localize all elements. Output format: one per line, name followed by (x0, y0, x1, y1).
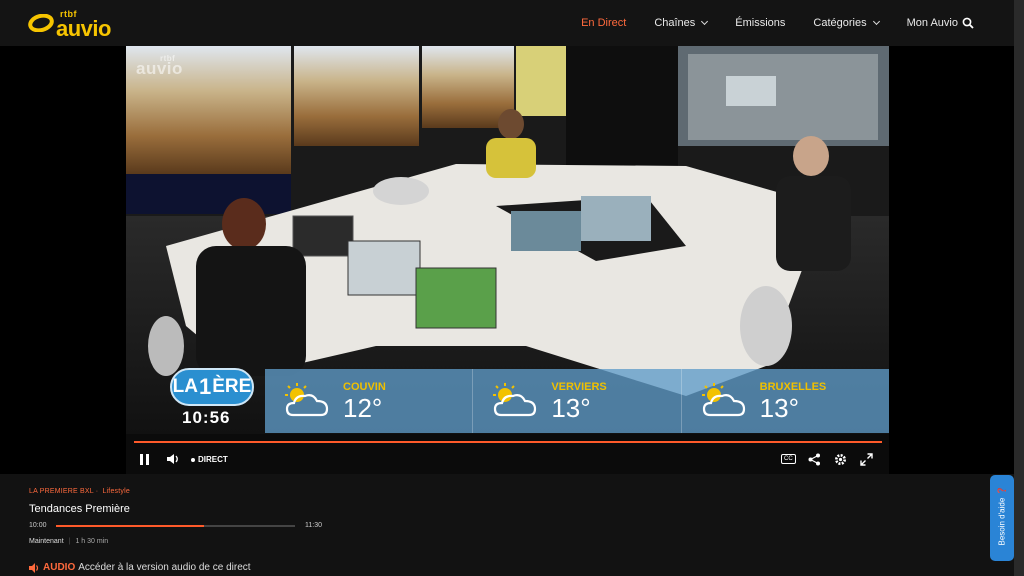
program-info-panel: LA PREMIERE BXL · Lifestyle Tendances Pr… (0, 474, 1014, 576)
nav-categories[interactable]: Catégories (799, 17, 892, 29)
video-player[interactable]: rtbf auvio LA 1 ÈRE 10:56 COUVIN 12° VER… (126, 46, 889, 474)
partly-cloudy-icon (493, 383, 537, 417)
program-progress-fill (56, 525, 205, 527)
search-icon[interactable] (962, 17, 974, 29)
chevron-down-icon (872, 17, 880, 26)
logo-mark-icon (28, 14, 54, 32)
logo-auvio-text: auvio (56, 16, 111, 41)
nav-emissions[interactable]: Émissions (721, 17, 799, 29)
category-name[interactable]: Lifestyle (102, 488, 129, 495)
program-end-time: 11:30 (305, 522, 322, 529)
pause-icon[interactable] (140, 453, 152, 465)
share-icon[interactable] (808, 453, 821, 466)
help-button[interactable]: Besoin d'aide ❓ (990, 475, 1014, 561)
help-label: Besoin d'aide ❓ (997, 485, 1007, 546)
program-eyebrow: LA PREMIERE BXL · Lifestyle (29, 488, 130, 495)
live-video-frame[interactable]: rtbf auvio LA 1 ÈRE 10:56 COUVIN 12° VER… (126, 46, 889, 434)
audio-link-text: Accéder à la version audio de ce direct (78, 562, 251, 573)
nav-label: Catégories (813, 17, 867, 29)
now-row: Maintenant | 1 h 30 min (29, 538, 108, 545)
weather-temp: 12° (343, 393, 383, 423)
live-label: DIRECT (198, 455, 228, 464)
nav-label: Émissions (735, 17, 786, 29)
main-nav: En Direct Chaînes Émissions Catégories M… (567, 0, 972, 46)
station-logo-part: ÈRE (212, 376, 252, 397)
station-logo-part: 1 (199, 374, 212, 399)
fullscreen-icon[interactable] (860, 453, 873, 466)
audio-version-link[interactable]: AUDIO Accéder à la version audio de ce d… (29, 562, 251, 573)
weather-temp: 13° (759, 393, 799, 423)
nav-mon-auvio[interactable]: Mon Auvio (893, 17, 972, 29)
nav-label: Chaînes (654, 17, 696, 29)
audio-label: AUDIO (43, 562, 76, 573)
player-controls: DIRECT CC (126, 448, 889, 474)
nav-chaines[interactable]: Chaînes (640, 17, 721, 29)
partly-cloudy-icon (285, 383, 329, 417)
nav-label: En Direct (581, 17, 627, 29)
live-dot-icon (191, 457, 195, 462)
captions-icon[interactable]: CC (781, 454, 796, 464)
eyebrow-separator: · (95, 488, 99, 495)
live-indicator: DIRECT (191, 455, 228, 464)
nav-en-direct[interactable]: En Direct (567, 17, 640, 29)
weather-cell: COUVIN 12° (265, 369, 472, 433)
auvio-logo[interactable]: rtbf auvio (28, 9, 118, 41)
weather-temp: 13° (551, 393, 591, 423)
program-start-time: 10:00 (29, 522, 47, 529)
settings-icon[interactable] (834, 453, 847, 466)
page-scrollbar[interactable] (1014, 0, 1024, 576)
speaker-icon (29, 562, 39, 573)
weather-cell: VERVIERS 13° (472, 369, 680, 433)
now-separator: | (68, 538, 71, 545)
video-watermark: rtbf auvio (136, 54, 183, 79)
program-title: Tendances Première (29, 503, 130, 515)
weather-city: COUVIN (343, 381, 386, 393)
partly-cloudy-icon (701, 383, 745, 417)
weather-banner: COUVIN 12° VERVIERS 13° BRUXELLES 13° (265, 369, 889, 433)
chevron-down-icon (701, 17, 709, 26)
weather-cell: BRUXELLES 13° (680, 369, 889, 433)
nav-label: Mon Auvio (906, 17, 958, 29)
volume-icon[interactable] (166, 453, 180, 465)
now-label: Maintenant (29, 538, 64, 545)
channel-name[interactable]: LA PREMIERE BXL (29, 488, 94, 495)
onscreen-clock: 10:56 (182, 408, 231, 427)
video-progress-bar[interactable] (134, 441, 882, 443)
station-logo-part: LA (172, 376, 198, 397)
weather-city: VERVIERS (551, 381, 607, 393)
weather-city: BRUXELLES (759, 381, 827, 393)
help-label-text: Besoin d'aide (997, 497, 1007, 546)
station-logo: LA 1 ÈRE (170, 368, 254, 406)
captions-label: CC (784, 456, 793, 462)
program-progress-bar (56, 525, 295, 527)
top-navigation-bar: rtbf auvio En Direct Chaînes Émissions C… (0, 0, 1014, 46)
watermark-auvio: auvio (136, 59, 183, 78)
program-duration: 1 h 30 min (75, 538, 109, 545)
